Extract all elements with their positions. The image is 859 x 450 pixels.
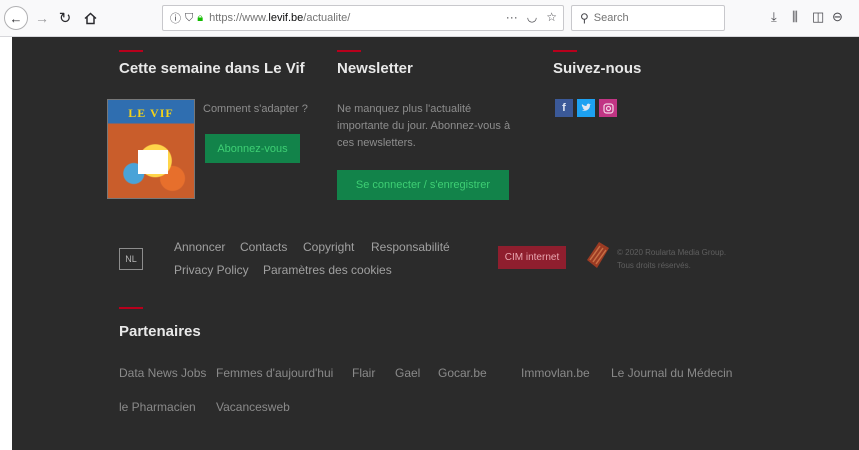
link-privacy-policy[interactable]: Privacy Policy (174, 263, 249, 277)
subscribe-button[interactable]: Abonnez-vous (205, 134, 300, 163)
arrow-right-icon: → (35, 10, 49, 26)
partner-link-immovlan[interactable]: Immovlan.be (521, 366, 590, 380)
search-input[interactable]: Search (594, 12, 629, 24)
partner-link-vacancesweb[interactable]: Vacancesweb (216, 400, 290, 414)
copyright-line2: Tous droits réservés. (617, 261, 691, 270)
accent-line (553, 50, 577, 52)
accent-line (337, 50, 361, 52)
facebook-icon[interactable]: f (555, 99, 573, 117)
partner-link-pharmacien[interactable]: le Pharmacien (119, 400, 196, 414)
reload-icon: ↻ (58, 10, 72, 27)
link-copyright[interactable]: Copyright (303, 240, 354, 254)
home-icon (83, 11, 97, 24)
link-cookie-settings[interactable]: Paramètres des cookies (263, 263, 392, 277)
partner-link-flair[interactable]: Flair (352, 366, 375, 380)
back-button[interactable]: ← (4, 6, 28, 30)
url-host: levif.be (268, 12, 304, 24)
bookmark-star-icon[interactable]: ☆ (546, 10, 557, 24)
url-path: /actualite/ (303, 12, 351, 24)
pocket-icon[interactable]: ◡ (527, 10, 537, 24)
url-text[interactable]: https://www.levif.be/actualite/ (209, 12, 350, 24)
newsletter-heading: Newsletter (337, 60, 413, 77)
accent-line (119, 307, 143, 309)
reload-button[interactable]: ↻ (56, 7, 74, 29)
twitter-bird-icon (581, 103, 591, 111)
cim-internet-logo[interactable]: CIM internet (498, 246, 566, 269)
cover-sticker (138, 150, 168, 174)
forward-button[interactable]: → (33, 7, 51, 29)
browser-toolbar: ← → ↻ ⓘ ⛉ 🔒︎ https://www.levif.be/actual… (0, 0, 859, 37)
downloads-icon[interactable]: ⤓ (771, 9, 777, 25)
lock-icon[interactable]: 🔒︎ (197, 12, 203, 25)
search-icon: ⚲ (580, 11, 589, 25)
newsletter-text-line2: importante du jour. Abonnez-vous à (337, 120, 511, 132)
magazine-heading: Cette semaine dans Le Vif (119, 60, 305, 77)
partner-link-gael[interactable]: Gael (395, 366, 420, 380)
info-icon[interactable]: ⓘ (170, 10, 181, 26)
magazine-cover-image[interactable]: LE VIF (107, 99, 195, 199)
newsletter-text-line1: Ne manquez plus l'actualité (337, 103, 472, 115)
url-prefix: https://www. (209, 12, 269, 24)
sidebar-icon[interactable]: ◫ (812, 9, 824, 25)
twitter-icon[interactable] (577, 99, 595, 117)
tracking-protection-icon[interactable]: ⛉ (185, 12, 193, 25)
library-icon[interactable]: ⫼ (792, 9, 798, 25)
accent-line (119, 50, 143, 52)
cover-masthead: LE VIF (128, 106, 174, 120)
link-responsabilite[interactable]: Responsabilité (371, 240, 450, 254)
social-heading: Suivez-nous (553, 60, 642, 77)
instagram-icon[interactable] (599, 99, 617, 117)
page-actions-icon[interactable]: ··· (506, 10, 518, 24)
partner-link-data-news-jobs[interactable]: Data News Jobs (119, 366, 206, 380)
instagram-glyph-icon (602, 102, 614, 114)
link-contacts[interactable]: Contacts (240, 240, 287, 254)
connect-button[interactable]: Se connecter / s'enregistrer (337, 170, 509, 200)
copyright-text: © 2020 Roularta Media Group. Tous droits… (617, 246, 726, 272)
arrow-left-icon: ← (9, 10, 23, 26)
language-nl-button[interactable]: NL (119, 248, 143, 270)
url-bar[interactable]: ⓘ ⛉ 🔒︎ https://www.levif.be/actualite/ ·… (162, 5, 564, 31)
search-bar[interactable]: ⚲ Search (571, 5, 725, 31)
site-footer: Cette semaine dans Le Vif LE VIF Comment… (12, 37, 859, 450)
partner-link-gocar[interactable]: Gocar.be (438, 366, 487, 380)
home-button[interactable] (80, 7, 100, 29)
magazine-question: Comment s'adapter ? (203, 103, 308, 115)
partner-link-journal-du-medecin[interactable]: Le Journal du Médecin (611, 366, 732, 380)
partner-link-femmes[interactable]: Femmes d'aujourd'hui (216, 366, 333, 380)
newsletter-text-line3: ces newsletters. (337, 137, 416, 149)
copyright-line1: © 2020 Roularta Media Group. (617, 248, 727, 257)
roularta-logo-icon[interactable] (583, 238, 613, 274)
link-annoncer[interactable]: Annoncer (174, 240, 225, 254)
screenshot-icon[interactable]: ⊖ (832, 9, 843, 25)
partners-heading: Partenaires (119, 323, 201, 340)
